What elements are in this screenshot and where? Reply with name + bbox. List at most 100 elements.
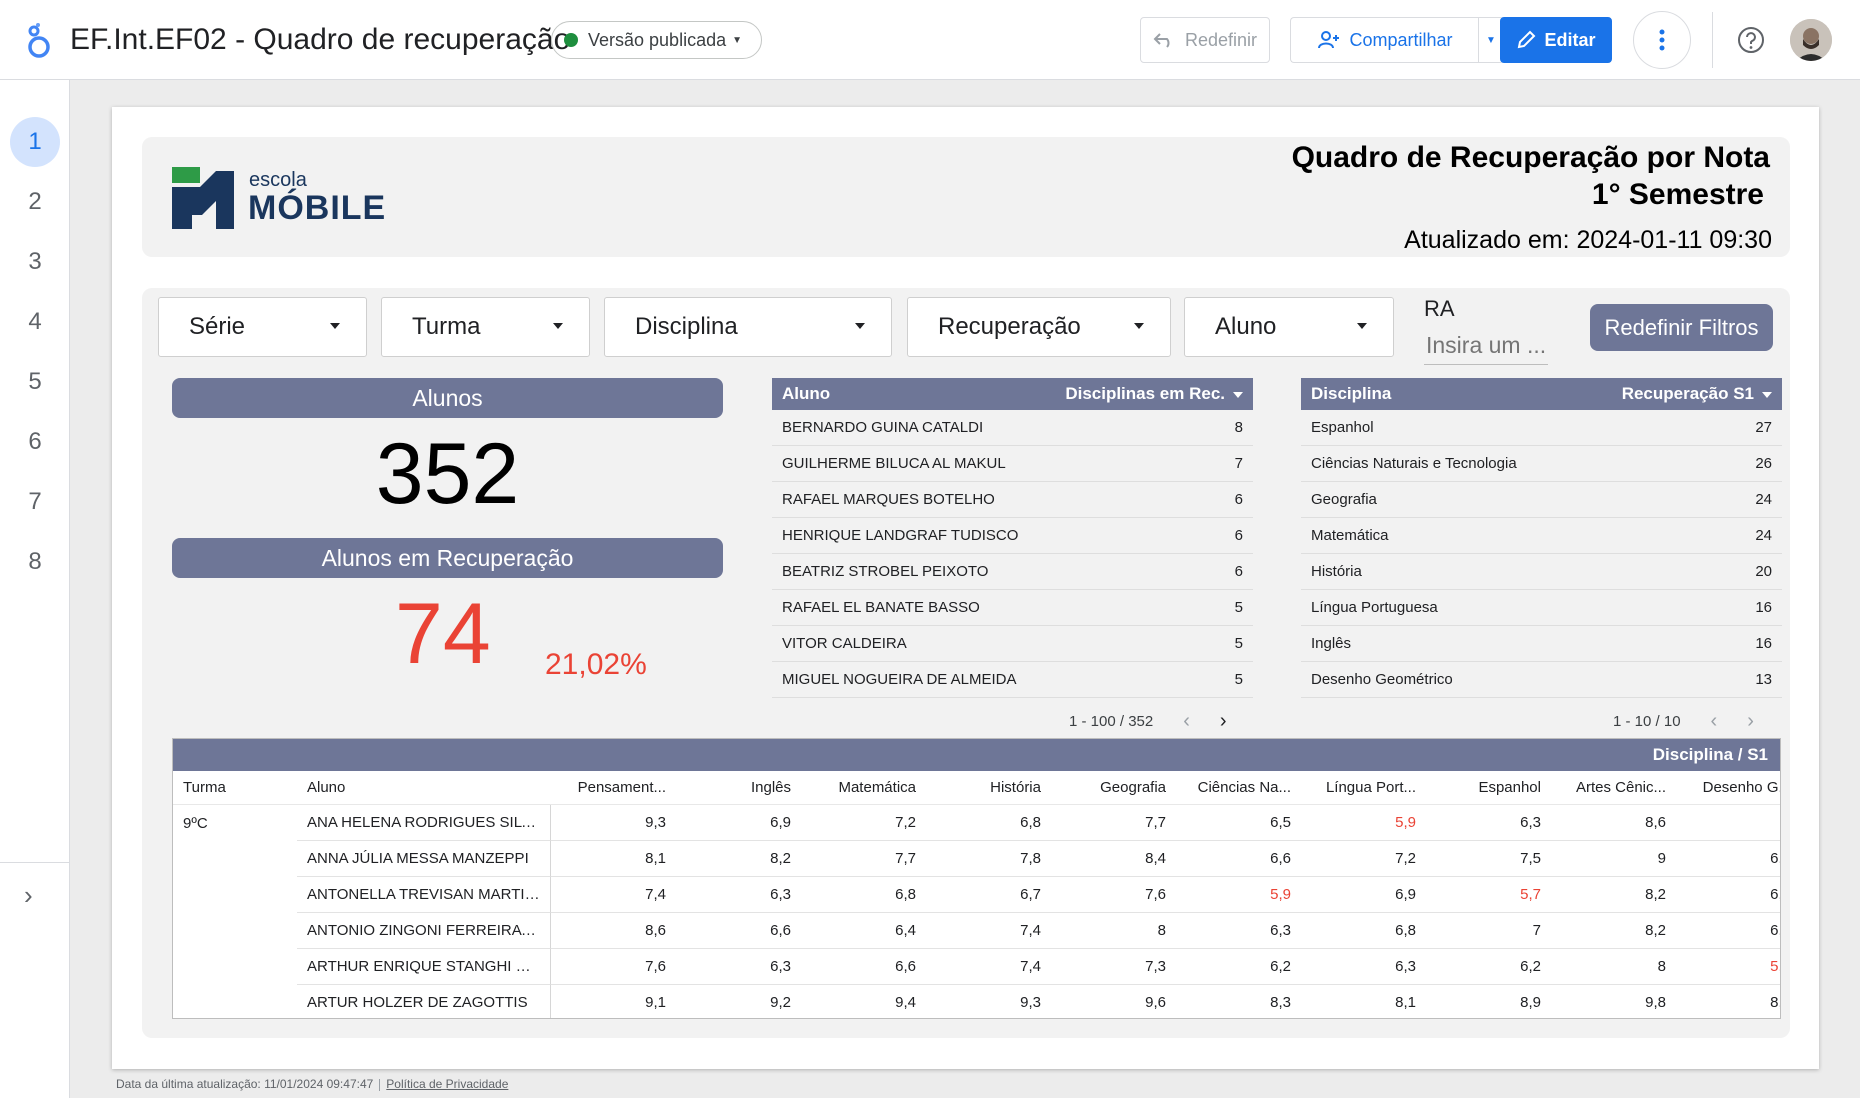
recuperacao-filter-label: Recuperação — [938, 313, 1081, 340]
more-options-button[interactable] — [1633, 11, 1691, 69]
subject-name: Inglês — [1311, 635, 1352, 652]
table-row[interactable]: História 20 — [1301, 554, 1782, 590]
aluno-column-header[interactable]: Aluno — [297, 779, 551, 796]
table-row[interactable]: Geografia 24 — [1301, 482, 1782, 518]
turma-filter[interactable]: Turma — [381, 297, 590, 357]
page-navigation-rail: 1 2 3 4 5 6 7 8 › — [0, 80, 70, 1098]
page-2-button[interactable]: 2 — [10, 177, 60, 227]
recovery-count: 27 — [1755, 419, 1772, 436]
recuperacao-s1-column-header[interactable]: Recuperação S1 — [1622, 384, 1772, 404]
aluno-filter[interactable]: Aluno — [1184, 297, 1394, 357]
subject-column-header[interactable]: Desenho G... — [1676, 779, 1780, 796]
chevron-right-icon[interactable]: › — [1747, 710, 1754, 733]
table-row[interactable]: Inglês 16 — [1301, 626, 1782, 662]
page-4-button[interactable]: 4 — [10, 297, 60, 347]
table-row[interactable]: ARTHUR ENRIQUE STANGHI KIRS... 7,6 6,3 6,6 7… — [173, 949, 1780, 985]
grade-cell: 9,3 — [551, 805, 676, 841]
looker-studio-logo-icon[interactable] — [24, 22, 54, 58]
subject-column-header[interactable]: Ciências Na... — [1176, 779, 1301, 796]
turma-column-header[interactable]: Turma — [173, 779, 297, 796]
page-1-button[interactable]: 1 — [10, 117, 60, 167]
chevron-left-icon[interactable]: ‹ — [1183, 710, 1190, 733]
grade-cell: 6,1 — [1676, 877, 1780, 913]
subject-column-header[interactable]: Geografia — [1051, 779, 1176, 796]
grade-cell: 9,1 — [551, 985, 676, 1018]
table-row[interactable]: HENRIQUE LANDGRAF TUDISCO 6 — [772, 518, 1253, 554]
grade-cell: 6,6 — [1676, 841, 1780, 877]
table-row[interactable]: ANTONELLA TREVISAN MARTIRE 7,4 6,3 6,8 6,7 7,… — [173, 877, 1780, 913]
table-row[interactable]: Desenho Geométrico 13 — [1301, 662, 1782, 698]
grade-cell: 7,2 — [801, 805, 926, 841]
page-6-button[interactable]: 6 — [10, 417, 60, 467]
user-avatar[interactable] — [1790, 19, 1832, 61]
table-row[interactable]: 9ºC ANA HELENA RODRIGUES SILVA ... 9,3 6,9 7… — [173, 805, 1780, 841]
recovery-count: 16 — [1755, 635, 1772, 652]
table-row[interactable]: BEATRIZ STROBEL PEIXOTO 6 — [772, 554, 1253, 590]
ra-input[interactable] — [1424, 327, 1548, 365]
table-row[interactable]: ANTONIO ZINGONI FERREIRA GU... 8,6 6,6 6,4 7… — [173, 913, 1780, 949]
subject-column-header[interactable]: Espanhol — [1426, 779, 1551, 796]
grade-cell: 9,8 — [1551, 985, 1676, 1018]
serie-filter[interactable]: Série — [158, 297, 367, 357]
table-row[interactable]: VITOR CALDEIRA 5 — [772, 626, 1253, 662]
subject-name: Ciências Naturais e Tecnologia — [1311, 455, 1517, 472]
version-dropdown[interactable]: Versão publicada ▼ — [551, 21, 762, 59]
subject-column-header[interactable]: Inglês — [676, 779, 801, 796]
subject-column-header[interactable]: Pensament... — [551, 779, 676, 796]
grade-cell: 6,4 — [801, 913, 926, 949]
table-row[interactable]: BERNARDO GUINA CATALDI 8 — [772, 410, 1253, 446]
page-3-button[interactable]: 3 — [10, 237, 60, 287]
table-row[interactable]: RAFAEL MARQUES BOTELHO 6 — [772, 482, 1253, 518]
aluno-filter-label: Aluno — [1215, 313, 1277, 340]
table-row[interactable]: Espanhol 27 — [1301, 410, 1782, 446]
recuperacao-filter[interactable]: Recuperação — [907, 297, 1171, 357]
page-7-button[interactable]: 7 — [10, 477, 60, 527]
aluno-column-header[interactable]: Aluno — [782, 384, 1065, 404]
table-row[interactable]: Língua Portuguesa 16 — [1301, 590, 1782, 626]
page-5-button[interactable]: 5 — [10, 357, 60, 407]
reset-button[interactable]: Redefinir — [1140, 17, 1270, 63]
grade-cell: 9,2 — [676, 985, 801, 1018]
expand-panel-chevron-icon[interactable]: › — [24, 880, 33, 911]
subjects-table-pager: 1 - 10 / 10 ‹ › — [1613, 710, 1754, 733]
subject-name: História — [1311, 563, 1362, 580]
recovery-count: 7 — [1234, 455, 1243, 472]
grade-cell: 8,1 — [551, 841, 676, 877]
subject-column-header[interactable]: Língua Port... — [1301, 779, 1426, 796]
version-label: Versão publicada — [588, 29, 727, 50]
table-row[interactable]: MIGUEL NOGUEIRA DE ALMEIDA 5 — [772, 662, 1253, 698]
grade-cell: 5,7 — [1426, 877, 1551, 913]
grade-cell: 6,2 — [1426, 949, 1551, 985]
chevron-right-icon[interactable]: › — [1220, 710, 1227, 733]
grade-cell: 6,5 — [1176, 805, 1301, 841]
grade-cell: 8,5 — [1676, 985, 1780, 1018]
grade-cell: 7,6 — [1051, 877, 1176, 913]
edit-button[interactable]: Editar — [1500, 17, 1612, 63]
help-icon[interactable] — [1737, 26, 1765, 54]
table-row[interactable]: ANNA JÚLIA MESSA MANZEPPI 8,1 8,2 7,7 7,8 8,4… — [173, 841, 1780, 877]
table-row[interactable]: GUILHERME BILUCA AL MAKUL 7 — [772, 446, 1253, 482]
published-status-icon — [564, 33, 578, 47]
disciplina-column-header[interactable]: Disciplina — [1311, 384, 1622, 404]
table-row[interactable]: Matemática 24 — [1301, 518, 1782, 554]
pencil-icon — [1518, 30, 1536, 49]
privacy-policy-link[interactable]: Política de Privacidade — [386, 1077, 508, 1091]
subject-column-header[interactable]: Matemática — [801, 779, 926, 796]
share-button[interactable]: Compartilhar — [1290, 17, 1479, 63]
page-8-button[interactable]: 8 — [10, 537, 60, 587]
rail-divider — [0, 862, 70, 863]
grade-cell: 9,3 — [926, 985, 1051, 1018]
last-update-text: Data da última atualização: 11/01/2024 0… — [116, 1077, 374, 1091]
table-row[interactable]: RAFAEL EL BANATE BASSO 5 — [772, 590, 1253, 626]
disciplinas-rec-column-header[interactable]: Disciplinas em Rec. — [1065, 384, 1243, 404]
subject-column-header[interactable]: História — [926, 779, 1051, 796]
chevron-left-icon[interactable]: ‹ — [1711, 710, 1718, 733]
table-row[interactable]: Ciências Naturais e Tecnologia 26 — [1301, 446, 1782, 482]
alunos-kpi-header: Alunos — [172, 378, 723, 418]
student-name: MIGUEL NOGUEIRA DE ALMEIDA — [782, 671, 1017, 688]
subject-column-header[interactable]: Artes Cênic... — [1551, 779, 1676, 796]
table-row[interactable]: ARTUR HOLZER DE ZAGOTTIS 9,1 9,2 9,4 9,3 9,6 8… — [173, 985, 1780, 1018]
disciplina-filter[interactable]: Disciplina — [604, 297, 892, 357]
reset-filters-button[interactable]: Redefinir Filtros — [1590, 304, 1773, 351]
grades-pivot-table: Disciplina / S1 Turma Aluno Pensament...… — [172, 738, 1781, 1019]
